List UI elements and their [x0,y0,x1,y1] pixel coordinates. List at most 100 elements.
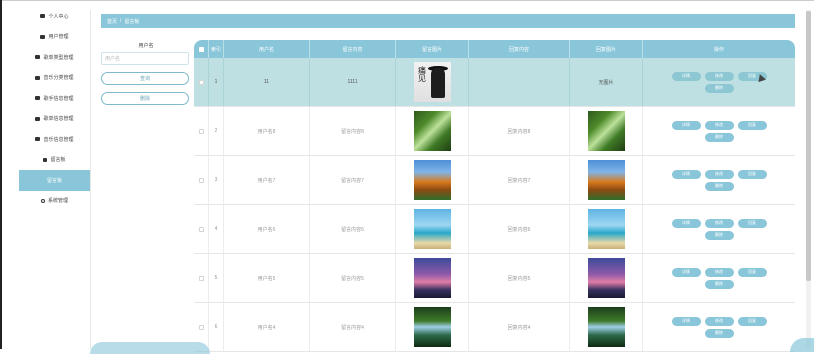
message-image[interactable] [413,258,451,298]
row-delete-button[interactable]: 删除 [704,230,734,240]
table-row[interactable]: 1 11 1111 痛见 无图片 详情 修改 回复 删除 [194,58,795,107]
sidebar-item-playlists[interactable]: 歌单信息管理 [19,109,90,130]
reply-button[interactable]: 回复 [737,267,767,277]
breadcrumb-home[interactable]: 首页 [107,18,117,25]
row-username: 用户名4 [224,303,310,351]
message-image[interactable] [413,111,451,151]
row-index: 5 [209,254,224,302]
row-index: 6 [209,303,224,351]
row-delete-button[interactable]: 删除 [704,83,734,93]
message-image[interactable] [413,209,451,249]
delete-button[interactable]: 删除 [101,92,189,105]
search-panel: 用户名 用户名 查询 删除 [101,42,191,105]
row-delete-button[interactable]: 删除 [704,328,734,338]
row-content: 留言内容6 [310,205,396,253]
sidebar-item-message-board[interactable]: 留言板 [19,150,90,171]
row-content: 留言内容8 [310,107,396,155]
detail-button[interactable]: 详情 [671,316,701,326]
edit-button[interactable]: 修改 [704,120,734,130]
header-index: 索引 [209,40,224,58]
poster-text: 痛见 [417,66,427,82]
row-index: 4 [209,205,224,253]
reply-button[interactable]: 回复 [737,316,767,326]
row-checkbox[interactable] [198,128,204,134]
row-username: 用户名7 [224,156,310,204]
edit-button[interactable]: 修改 [704,169,734,179]
row-actions: 详情 修改 回复 删除 [664,316,774,338]
row-checkbox[interactable] [198,79,204,85]
header-reply: 回复内容 [469,40,570,58]
detail-button[interactable]: 详情 [671,218,701,228]
scrollbar[interactable] [806,10,811,349]
reply-image[interactable] [587,111,625,151]
row-content: 留言内容7 [310,156,396,204]
sidebar-item-singers[interactable]: 歌手信息管理 [19,88,90,109]
table-row[interactable]: 3 用户名7 留言内容7 回复内容7 详情 修改 回复 删除 [194,156,795,205]
edit-button[interactable]: 修改 [704,267,734,277]
breadcrumb: 首页 / 留言板 [101,14,795,28]
message-image[interactable] [413,160,451,200]
sidebar-item-playlist-types[interactable]: 歌单类型管理 [19,47,90,68]
sidebar-item-system[interactable]: 系统管理 [19,191,90,212]
row-delete-button[interactable]: 删除 [704,132,734,142]
grid-icon [35,96,41,101]
row-username: 用户名6 [224,205,310,253]
sidebar-subitem-message-board[interactable]: 留言板 [19,170,90,191]
message-table: 索引 用户名 留言内容 留言图片 回复内容 回复图片 操作 1 11 1111 … [194,40,795,352]
table-row[interactable]: 2 用户名8 留言内容8 回复内容8 详情 修改 回复 删除 [194,107,795,156]
sidebar-item-profile[interactable]: 个人中心 [19,6,90,27]
row-reply: 回复内容4 [469,303,570,351]
message-image[interactable]: 痛见 [413,62,451,102]
row-checkbox[interactable] [198,275,204,281]
detail-button[interactable]: 详情 [671,120,701,130]
row-reply: 回复内容8 [469,107,570,155]
reply-image[interactable] [587,160,625,200]
username-input[interactable]: 用户名 [101,52,189,65]
sidebar: 个人中心 用户管理 歌单类型管理 音乐分类管理 歌手信息管理 歌单信息管理 音乐… [19,6,90,349]
message-icon [35,75,41,80]
reply-button[interactable]: 回复 [737,218,767,228]
edit-button[interactable]: 修改 [704,316,734,326]
detail-button[interactable]: 详情 [671,169,701,179]
row-delete-button[interactable]: 删除 [704,181,734,191]
table-row[interactable]: 4 用户名6 留言内容6 回复内容6 详情 修改 回复 删除 [194,205,795,254]
reply-image[interactable] [587,209,625,249]
row-content: 留言内容4 [310,303,396,351]
row-checkbox[interactable] [198,226,204,232]
detail-button[interactable]: 详情 [671,71,701,81]
row-actions: 详情 修改 回复 删除 [664,120,774,142]
row-index: 2 [209,107,224,155]
row-index: 3 [209,156,224,204]
header-select-all[interactable] [194,40,209,58]
row-checkbox[interactable] [198,324,204,330]
row-username: 用户名5 [224,254,310,302]
row-actions: 详情 修改 回复 删除 [664,218,774,240]
row-reply: 回复内容5 [469,254,570,302]
edit-button[interactable]: 修改 [704,71,734,81]
row-reply [469,58,570,106]
board-icon [43,157,48,162]
settings-icon [40,198,45,203]
edit-button[interactable]: 修改 [704,218,734,228]
header-actions: 操作 [713,46,724,53]
reply-image[interactable] [587,307,625,347]
row-reply: 回复内容6 [469,205,570,253]
sidebar-item-users[interactable]: 用户管理 [19,27,90,48]
list-icon [35,55,41,60]
sidebar-item-music-categories[interactable]: 音乐分类管理 [19,68,90,89]
reply-image[interactable] [587,258,625,298]
search-button[interactable]: 查询 [101,72,189,85]
row-checkbox[interactable] [198,177,204,183]
reply-button[interactable]: 回复 [737,169,767,179]
row-reply: 回复内容7 [469,156,570,204]
row-username: 用户名8 [224,107,310,155]
detail-button[interactable]: 详情 [671,267,701,277]
table-row[interactable]: 5 用户名5 留言内容5 回复内容5 详情 修改 回复 删除 [194,254,795,303]
message-image[interactable] [413,307,451,347]
select-all-checkbox[interactable] [198,46,204,52]
sidebar-item-music[interactable]: 音乐信息管理 [19,129,90,150]
reply-button[interactable]: 回复 [737,120,767,130]
table-row[interactable]: 6 用户名4 留言内容4 回复内容4 详情 修改 回复 删除 [194,303,795,352]
row-delete-button[interactable]: 删除 [704,279,734,289]
scrollbar-thumb[interactable] [806,11,811,281]
